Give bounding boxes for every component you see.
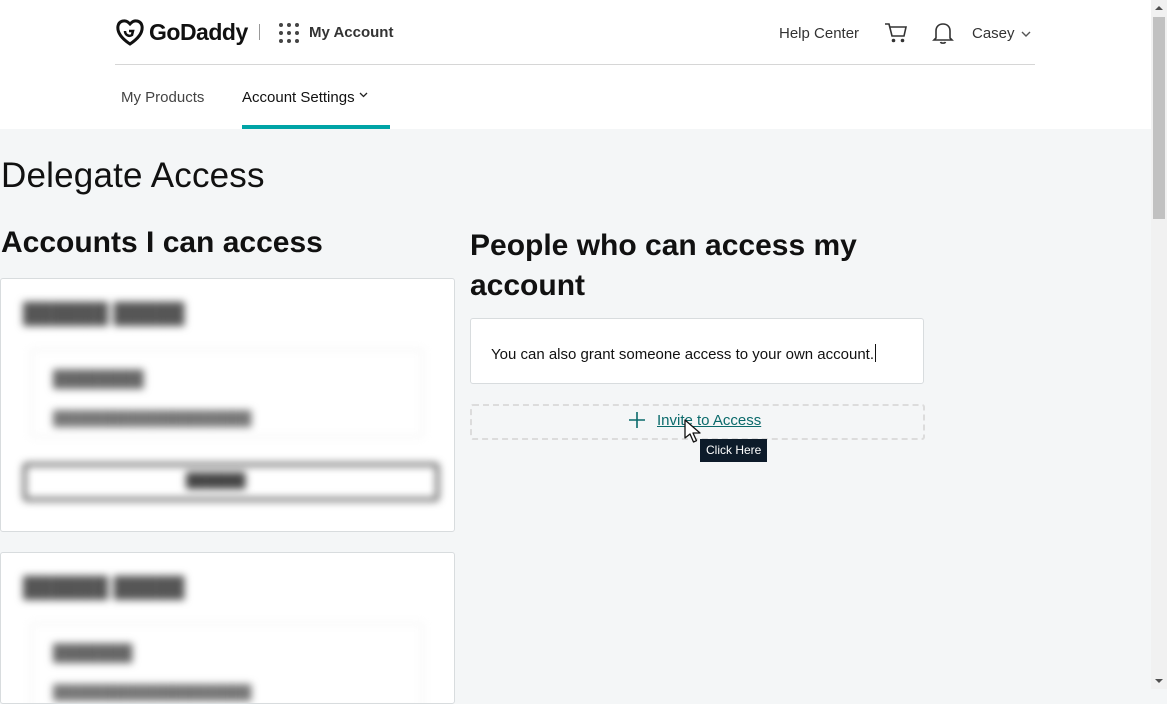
accounts-i-can-access-heading: Accounts I can access — [1, 226, 323, 259]
grant-access-info-box: You can also grant someone access to you… — [470, 318, 924, 384]
apps-grid-icon[interactable] — [279, 23, 299, 43]
blurred-access-description: ████████████████████ — [53, 684, 252, 700]
brand-name: GoDaddy — [149, 18, 248, 45]
scroll-down-arrow-icon[interactable] — [1151, 673, 1167, 689]
tab-account-settings-label: Account Settings — [242, 89, 355, 106]
user-name: Casey — [972, 25, 1015, 42]
blurred-access-level: ███████ — [53, 645, 133, 662]
blurred-access-button[interactable]: ██████ — [23, 463, 439, 501]
blurred-access-description: ████████████████████ — [53, 410, 252, 426]
active-tab-indicator — [242, 125, 390, 129]
delegated-account-card: ██████ █████ ███████ ███████████████████… — [0, 552, 455, 704]
blurred-access-level: ████████ — [53, 371, 144, 388]
tab-account-settings[interactable]: Account Settings — [242, 89, 368, 106]
scrollbar-thumb[interactable] — [1153, 17, 1165, 219]
page-title: Delegate Access — [1, 156, 265, 195]
bell-icon[interactable] — [932, 21, 954, 50]
help-center-link[interactable]: Help Center — [779, 25, 859, 42]
godaddy-logo[interactable]: GoDaddy — [115, 17, 248, 47]
text-caret — [875, 344, 877, 362]
tab-my-products[interactable]: My Products — [121, 89, 204, 106]
cart-icon[interactable] — [884, 22, 908, 49]
people-who-can-access-heading: People who can access my account — [470, 229, 857, 302]
header-divider — [259, 24, 260, 40]
page-scrollbar[interactable] — [1151, 0, 1167, 689]
user-menu[interactable]: Casey — [972, 25, 1031, 42]
blurred-account-name: ██████ █████ — [23, 577, 185, 599]
click-here-tooltip: Click Here — [700, 439, 768, 462]
chevron-down-icon — [1021, 31, 1031, 37]
grant-access-info-label: You can also grant someone access to you… — [491, 346, 875, 363]
my-account-link[interactable]: My Account — [309, 24, 393, 41]
delegated-account-card: ██████ █████ ████████ ██████████████████… — [0, 278, 455, 532]
top-navigation: GoDaddy My Account Help Center Casey My … — [0, 0, 1151, 129]
godaddy-heart-icon — [116, 19, 144, 46]
invite-to-access-link[interactable]: Invite to Access — [657, 412, 761, 429]
header: GoDaddy My Account Help Center Casey — [115, 0, 1035, 65]
plus-icon[interactable] — [627, 410, 647, 435]
chevron-down-icon — [359, 92, 368, 98]
blurred-account-name: ██████ █████ — [23, 303, 185, 325]
grant-access-info-text: You can also grant someone access to you… — [491, 344, 877, 363]
scroll-up-arrow-icon[interactable] — [1151, 0, 1167, 16]
